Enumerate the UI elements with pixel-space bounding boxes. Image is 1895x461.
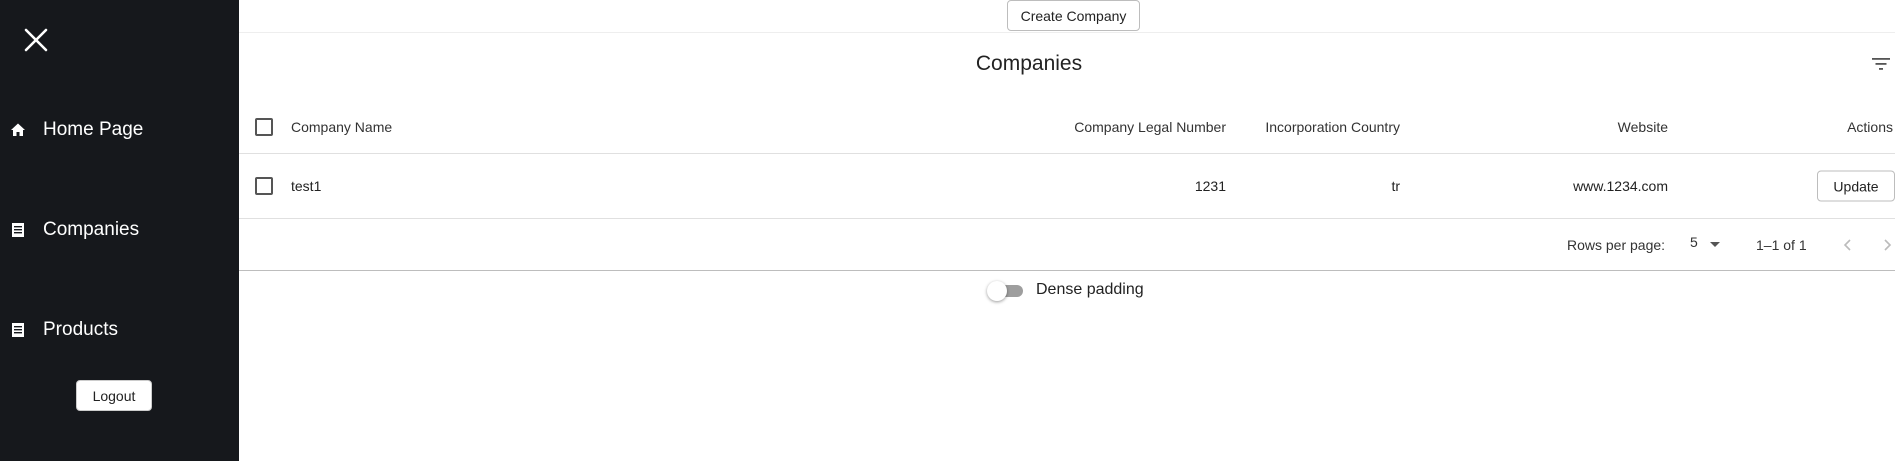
dense-padding-control: Dense padding xyxy=(239,278,1895,304)
sidebar-item-companies[interactable]: Companies xyxy=(0,210,239,250)
column-header-legal-number[interactable]: Company Legal Number xyxy=(1074,119,1226,135)
sidebar-item-home-page[interactable]: Home Page xyxy=(0,110,239,150)
sidebar: Home Page Companies Products Logout xyxy=(0,0,239,461)
column-header-actions: Actions xyxy=(1847,118,1893,135)
page-title: Companies xyxy=(975,52,1083,75)
table-row[interactable]: test1 1231 tr www.1234.com Update xyxy=(239,154,1895,219)
close-icon[interactable] xyxy=(22,26,50,54)
app-root: Home Page Companies Products Logout Crea… xyxy=(0,0,1895,461)
create-company-button[interactable]: Create Company xyxy=(1007,0,1140,31)
sidebar-item-label: Companies xyxy=(43,219,140,240)
top-toolbar: Create Company xyxy=(239,0,1895,33)
table-pagination: Rows per page: 5 1–1 of 1 xyxy=(239,219,1895,271)
table-header: Company Name Company Legal Number Incorp… xyxy=(239,100,1895,154)
row-checkbox[interactable] xyxy=(255,177,273,195)
sidebar-item-label: Home Page xyxy=(43,119,144,140)
list-icon xyxy=(10,322,26,338)
caret-down-icon xyxy=(1710,241,1720,247)
main-content: Create Company Companies Company Name Co… xyxy=(239,0,1895,461)
filter-list-icon[interactable] xyxy=(1871,56,1891,72)
logout-button[interactable]: Logout xyxy=(76,380,152,411)
column-header-website[interactable]: Website xyxy=(1618,119,1668,135)
rows-per-page-select[interactable]: 5 xyxy=(1690,234,1726,256)
update-button[interactable]: Update xyxy=(1817,170,1895,202)
rows-per-page-value: 5 xyxy=(1690,233,1698,250)
home-icon xyxy=(10,122,26,138)
cell-website: www.1234.com xyxy=(1573,178,1668,194)
dense-padding-switch[interactable] xyxy=(987,281,1023,301)
pagination-range: 1–1 of 1 xyxy=(1756,236,1807,253)
sidebar-item-label: Products xyxy=(43,319,118,340)
cell-legal-number: 1231 xyxy=(1194,178,1226,194)
rows-per-page-label: Rows per page: xyxy=(1567,236,1666,253)
list-icon xyxy=(10,222,26,238)
select-all-checkbox[interactable] xyxy=(255,117,273,136)
column-header-company-name[interactable]: Company Name xyxy=(291,119,392,135)
cell-company-name: test1 xyxy=(291,178,322,194)
cell-incorporation-country: tr xyxy=(1391,178,1400,194)
chevron-right-icon[interactable] xyxy=(1879,237,1895,253)
sidebar-item-products[interactable]: Products xyxy=(0,310,239,350)
column-header-incorporation-country[interactable]: Incorporation Country xyxy=(1265,119,1400,135)
dense-padding-label: Dense padding xyxy=(1036,281,1144,298)
chevron-left-icon[interactable] xyxy=(1840,237,1856,253)
switch-thumb xyxy=(987,281,1007,301)
